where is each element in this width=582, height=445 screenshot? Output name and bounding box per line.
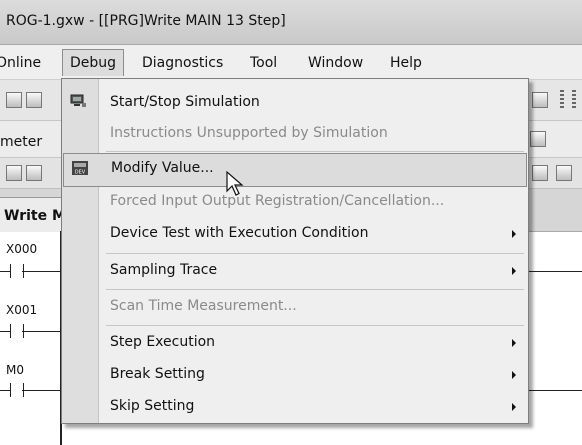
wire [0, 331, 10, 332]
menu-item-break-setting[interactable]: Break Setting [62, 359, 528, 391]
submenu-arrow-icon [512, 267, 516, 275]
undo-icon[interactable] [6, 92, 22, 108]
wire [0, 390, 10, 391]
wire [22, 271, 60, 272]
toolbar-menu-icon[interactable] [532, 92, 548, 108]
contact-f5-icon[interactable] [6, 165, 22, 181]
mouse-cursor-icon [226, 171, 244, 196]
menu-diagnostics[interactable]: Diagnostics [142, 55, 223, 71]
submenu-arrow-icon [512, 371, 516, 379]
menu-item-label: Modify Value... [111, 160, 214, 176]
menu-bar: Online Debug Diagnostics Tool Window Hel… [0, 45, 582, 80]
toolbar-grip[interactable] [572, 90, 576, 110]
menu-item-label: Break Setting [110, 366, 205, 382]
toolbar-dropdown-icon[interactable] [530, 131, 546, 147]
menu-separator [106, 151, 524, 152]
menu-item-label: Scan Time Measurement... [110, 298, 297, 314]
wire [527, 390, 582, 391]
wire [22, 390, 60, 391]
debug-menu-dropdown: Start/Stop Simulation Instructions Unsup… [61, 78, 529, 424]
menu-item-label: Forced Input Output Registration/Cancell… [110, 193, 445, 209]
menu-item-sampling-trace[interactable]: Sampling Trace [62, 255, 528, 287]
menu-item-label: Device Test with Execution Condition [110, 225, 369, 241]
rung-device-label: X001 [6, 303, 38, 317]
contact-sf5-icon[interactable] [26, 165, 42, 181]
menu-help[interactable]: Help [390, 55, 422, 71]
editor-tab[interactable]: Write M [0, 197, 66, 232]
menu-separator [106, 325, 524, 326]
menu-item-scan-time-measurement[interactable]: Scan Time Measurement... [62, 291, 528, 323]
device-list-icon[interactable] [532, 165, 548, 181]
submenu-arrow-icon [512, 230, 516, 238]
wire [527, 271, 582, 272]
meter-label: meter [0, 134, 43, 150]
wire [22, 331, 60, 332]
menu-item-label: Sampling Trace [110, 262, 218, 278]
title-bar: ROG-1.gxw - [[PRG]Write MAIN 13 Step] [0, 0, 582, 45]
menu-item-forced-io-registration[interactable]: Forced Input Output Registration/Cancell… [62, 186, 528, 218]
menu-item-skip-setting[interactable]: Skip Setting [62, 391, 528, 423]
menu-separator [106, 289, 524, 290]
rung-device-label: M0 [6, 363, 24, 377]
menu-item-device-test[interactable]: Device Test with Execution Condition [62, 218, 528, 250]
menu-item-label: Skip Setting [110, 398, 195, 414]
menu-item-label: Start/Stop Simulation [110, 94, 260, 110]
submenu-arrow-icon [512, 339, 516, 347]
wire [0, 271, 10, 272]
redo-icon[interactable] [26, 92, 42, 108]
menu-item-label: Instructions Unsupported by Simulation [110, 125, 388, 141]
menu-item-modify-value[interactable]: DEV Modify Value... [63, 153, 527, 187]
device-modify-icon: DEV [72, 161, 88, 175]
toolbar-grip[interactable] [560, 90, 564, 110]
menu-item-step-execution[interactable]: Step Execution [62, 327, 528, 359]
search-icon[interactable] [556, 165, 572, 181]
editor-tab-label: Write M [4, 208, 66, 224]
menu-window[interactable]: Window [308, 55, 363, 71]
menu-item-label: Step Execution [110, 334, 216, 350]
simulation-icon [70, 94, 86, 107]
menu-online[interactable]: Online [0, 55, 41, 71]
window-title: ROG-1.gxw - [[PRG]Write MAIN 13 Step] [6, 13, 286, 29]
menu-item-instructions-unsupported[interactable]: Instructions Unsupported by Simulation [62, 118, 528, 150]
menu-separator [106, 253, 524, 254]
submenu-arrow-icon [512, 403, 516, 411]
menu-debug[interactable]: Debug [62, 49, 125, 76]
menu-item-start-stop-simulation[interactable]: Start/Stop Simulation [62, 87, 528, 119]
svg-text:DEV: DEV [75, 170, 86, 176]
rung-device-label: X000 [6, 242, 38, 256]
menu-tool[interactable]: Tool [250, 55, 277, 71]
